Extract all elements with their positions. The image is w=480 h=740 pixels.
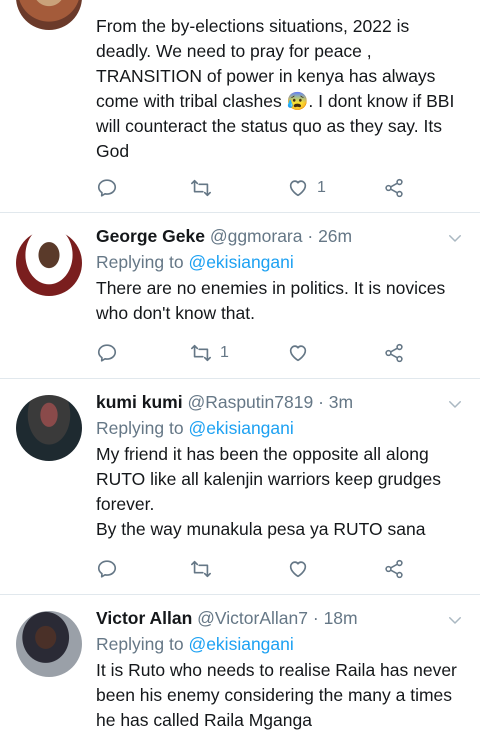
tweet[interactable]: kumi kumi @Rasputin7819 · 3m Replying to… bbox=[0, 379, 480, 594]
tweet-text-line: RUTO like all kalenjin warriors keep gru… bbox=[96, 469, 441, 489]
reply-icon bbox=[97, 560, 117, 578]
like-icon bbox=[289, 180, 307, 197]
display-name[interactable]: George Geke bbox=[96, 226, 205, 246]
share-button[interactable] bbox=[383, 175, 405, 201]
tweet-text-line: From the by-elections situations, 2022 i… bbox=[96, 16, 410, 36]
user-handle[interactable]: @Rasputin7819 bbox=[187, 392, 313, 412]
tweet-text: There are no enemies in politics. It is … bbox=[96, 276, 462, 326]
tweet-text-line: who don't know that. bbox=[96, 303, 255, 323]
display-name[interactable]: Victor Allan bbox=[96, 608, 192, 628]
like-button[interactable] bbox=[287, 556, 317, 582]
tweet[interactable]: George Geke @ggmorara · 26m Replying to … bbox=[0, 213, 480, 378]
like-button[interactable]: 1 bbox=[287, 175, 326, 201]
tweet-text: My friend it has been the opposite all a… bbox=[96, 442, 462, 542]
tweet-actions: 1 bbox=[96, 175, 406, 201]
mention-link[interactable]: @ekisiangani bbox=[188, 252, 293, 272]
share-button[interactable] bbox=[383, 556, 405, 582]
chevron-down-icon[interactable] bbox=[446, 229, 464, 247]
tweet-text-line: There are no enemies in politics. It is … bbox=[96, 278, 446, 298]
chevron-down-icon[interactable] bbox=[446, 395, 464, 413]
avatar[interactable] bbox=[16, 230, 82, 296]
tweet-actions: 1 bbox=[96, 340, 406, 366]
share-icon bbox=[385, 343, 403, 363]
tweet-text-line: By the way munakula pesa ya RUTO sana bbox=[96, 519, 426, 539]
tweet-text-line: he has called Raila Mganga bbox=[96, 710, 312, 730]
replying-to: Replying to @ekisiangani bbox=[96, 632, 462, 656]
tweet-header: Victor Allan @VictorAllan7 · 18m bbox=[96, 606, 462, 630]
avatar[interactable] bbox=[16, 0, 82, 30]
retweet-icon bbox=[191, 179, 211, 197]
timestamp[interactable]: 26m bbox=[318, 226, 352, 246]
chevron-down-icon[interactable] bbox=[446, 611, 464, 629]
retweet-icon bbox=[191, 344, 211, 362]
timeline: From the by-elections situations, 2022 i… bbox=[0, 0, 480, 740]
like-icon bbox=[289, 561, 307, 578]
like-button[interactable] bbox=[287, 340, 317, 366]
timestamp[interactable]: 18m bbox=[324, 608, 358, 628]
share-icon bbox=[385, 559, 403, 579]
reply-icon bbox=[97, 344, 117, 362]
tweet-text-line: been his enemy considering the many a ti… bbox=[96, 685, 453, 705]
replying-to-label: Replying to bbox=[96, 418, 184, 438]
avatar[interactable] bbox=[16, 395, 82, 461]
share-button[interactable] bbox=[383, 340, 405, 366]
tweet-text-line: It is Ruto who needs to realise Raila ha… bbox=[96, 660, 457, 680]
user-handle[interactable]: @VictorAllan7 bbox=[197, 608, 308, 628]
tweet-text-line: will counteract the status quo as they s… bbox=[96, 116, 442, 136]
mention-link[interactable]: @ekisiangani bbox=[188, 418, 293, 438]
replying-to-label: Replying to bbox=[96, 252, 184, 272]
tweet[interactable]: Victor Allan @VictorAllan7 · 18m Replyin… bbox=[0, 595, 480, 740]
user-handle[interactable]: @ggmorara bbox=[210, 226, 303, 246]
retweet-count: 1 bbox=[220, 344, 229, 361]
like-count: 1 bbox=[317, 179, 326, 196]
retweet-button[interactable]: 1 bbox=[190, 340, 229, 366]
tweet-text-line: forever. bbox=[96, 494, 155, 514]
separator-dot: · bbox=[312, 608, 319, 628]
display-name[interactable]: kumi kumi bbox=[96, 392, 183, 412]
tweet-text: It is Ruto who needs to realise Raila ha… bbox=[96, 658, 462, 733]
tweet-actions bbox=[96, 556, 406, 582]
replying-to: Replying to @ekisiangani bbox=[96, 250, 462, 274]
tweet-text-line: My friend it has been the opposite all a… bbox=[96, 444, 429, 464]
reply-icon bbox=[97, 179, 117, 197]
timestamp[interactable]: 3m bbox=[329, 392, 353, 412]
retweet-icon bbox=[191, 560, 211, 578]
reply-button[interactable] bbox=[96, 175, 118, 201]
share-icon bbox=[385, 178, 403, 198]
like-icon bbox=[289, 345, 307, 362]
mention-link[interactable]: @ekisiangani bbox=[188, 634, 293, 654]
tweet-header: kumi kumi @Rasputin7819 · 3m bbox=[96, 390, 462, 414]
tweet-text: From the by-elections situations, 2022 i… bbox=[96, 14, 462, 164]
replying-to-label: Replying to bbox=[96, 634, 184, 654]
retweet-button[interactable] bbox=[190, 556, 220, 582]
separator-dot: · bbox=[307, 226, 314, 246]
reply-button[interactable] bbox=[96, 340, 118, 366]
tweet-text-line: God bbox=[96, 141, 130, 161]
tweet-text-line: come with tribal clashes 😰. I dont know … bbox=[96, 91, 455, 111]
tweet-header: George Geke @ggmorara · 26m bbox=[96, 224, 462, 248]
replying-to: Replying to @ekisiangani bbox=[96, 416, 462, 440]
tweet[interactable]: From the by-elections situations, 2022 i… bbox=[0, 0, 480, 212]
avatar[interactable] bbox=[16, 611, 82, 677]
tweet-text-line: TRANSITION of power in kenya has always bbox=[96, 66, 436, 86]
separator-dot: · bbox=[318, 392, 324, 412]
retweet-button[interactable] bbox=[190, 175, 220, 201]
tweet-text-line: deadly. We need to pray for peace , bbox=[96, 41, 372, 61]
reply-button[interactable] bbox=[96, 556, 118, 582]
